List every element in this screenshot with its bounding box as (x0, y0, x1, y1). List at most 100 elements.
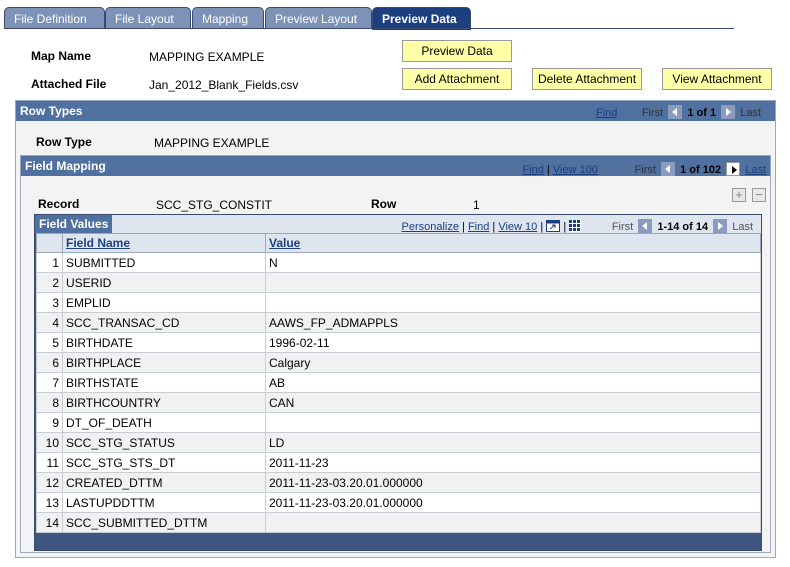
value-cell: 2011-11-23 (265, 452, 761, 473)
delete-attachment-button[interactable]: Delete Attachment (532, 68, 642, 90)
table-row: 3 EMPLID (36, 292, 761, 313)
next-arrow-icon[interactable] (713, 219, 728, 233)
field-mapping-count: 1 of 102 (680, 164, 722, 176)
table-row: 8 BIRTHCOUNTRY CAN (36, 392, 761, 413)
add-row-icon[interactable]: + (732, 188, 746, 202)
value-cell: N (265, 252, 761, 273)
row-number: 12 (36, 472, 63, 493)
tab-mapping[interactable]: Mapping (192, 7, 264, 29)
field-mapping-find-link[interactable]: Find (522, 164, 543, 176)
tab-preview-layout[interactable]: Preview Layout (265, 7, 372, 29)
row-type-value: MAPPING EXAMPLE (154, 136, 270, 150)
value-sort-link[interactable]: Value (269, 236, 300, 250)
row-number: 9 (36, 412, 63, 433)
table-row: 5 BIRTHDATE 1996-02-11 (36, 332, 761, 353)
next-arrow-icon[interactable] (721, 105, 736, 119)
tab-file-layout[interactable]: File Layout (105, 7, 191, 29)
table-row: 13 LASTUPDDTTM 2011-11-23-03.20.01.000000 (36, 492, 761, 513)
table-row: 4 SCC_TRANSAC_CD AAWS_FP_ADMAPPLS (36, 312, 761, 333)
row-number-header (36, 233, 63, 253)
value-cell: AAWS_FP_ADMAPPLS (265, 312, 761, 333)
field-values-header: Field Values Personalize | Find | View 1… (35, 215, 761, 233)
row-number: 4 (36, 312, 63, 333)
field-values-body: 1 SUBMITTED N 2 USERID 3 EMPLID 4 SCC_TRANSAC_CD… (36, 252, 761, 533)
value-column-header[interactable]: Value (265, 233, 761, 253)
value-cell (265, 292, 761, 313)
page-tabs: File Definition File Layout Mapping Prev… (4, 7, 734, 30)
attached-file-label: Attached File (31, 77, 107, 91)
tabs-divider (4, 28, 734, 29)
row-number: 6 (36, 352, 63, 373)
field-mapping-view-link[interactable]: View 100 (553, 164, 598, 176)
value-cell: AB (265, 372, 761, 393)
row-number: 5 (36, 332, 63, 353)
field-mapping-title: Field Mapping (25, 159, 106, 173)
value-cell (265, 512, 761, 533)
previous-arrow-icon[interactable] (661, 162, 676, 176)
next-arrow-icon[interactable] (726, 162, 741, 176)
field-mapping-first-label: First (634, 164, 656, 176)
download-grid-icon[interactable] (569, 220, 582, 232)
field-values-last-label: Last (732, 221, 753, 233)
field-values-count: 1-14 of 14 (657, 221, 709, 233)
field-name-cell: SCC_STG_STATUS (62, 432, 266, 453)
row-number: 7 (36, 372, 63, 393)
field-name-cell: BIRTHCOUNTRY (62, 392, 266, 413)
value-cell: 2011-11-23-03.20.01.000000 (265, 472, 761, 493)
previous-arrow-icon[interactable] (668, 105, 683, 119)
personalize-link[interactable]: Personalize (401, 221, 458, 233)
field-name-cell: LASTUPDDTTM (62, 492, 266, 513)
field-name-column-header[interactable]: Field Name (62, 233, 266, 253)
row-number: 11 (36, 452, 63, 473)
row-types-title: Row Types (20, 104, 83, 118)
table-row: 1 SUBMITTED N (36, 252, 761, 273)
field-name-cell: USERID (62, 272, 266, 293)
zoom-grid-icon[interactable] (546, 220, 561, 232)
row-number: 10 (36, 432, 63, 453)
field-name-sort-link[interactable]: Field Name (66, 236, 130, 250)
previous-arrow-icon[interactable] (638, 219, 653, 233)
field-name-cell: SCC_SUBMITTED_DTTM (62, 512, 266, 533)
tab-file-definition[interactable]: File Definition (4, 7, 105, 29)
attached-file-value: Jan_2012_Blank_Fields.csv (149, 78, 299, 92)
value-cell: Calgary (265, 352, 761, 373)
field-values-view-link[interactable]: View 10 (498, 221, 537, 233)
row-types-find-link[interactable]: Find (596, 107, 617, 119)
table-row: 2 USERID (36, 272, 761, 293)
field-values-grid: Field Values Personalize | Find | View 1… (34, 214, 762, 551)
field-mapping-nav: Find | View 100 First 1 of 102 Last (522, 162, 766, 176)
delete-row-icon[interactable]: − (752, 188, 766, 202)
field-name-cell: DT_OF_DEATH (62, 412, 266, 433)
map-name-label: Map Name (31, 49, 92, 63)
row-types-first-label: First (641, 107, 664, 119)
row-number: 2 (36, 272, 63, 293)
field-values-first-label: First (611, 221, 634, 233)
row-number: 14 (36, 512, 63, 533)
field-name-cell: BIRTHSTATE (62, 372, 266, 393)
add-attachment-button[interactable]: Add Attachment (402, 68, 512, 90)
tab-preview-data[interactable]: Preview Data (372, 7, 471, 30)
value-cell (265, 272, 761, 293)
record-label: Record (38, 197, 80, 211)
row-types-count: 1 of 1 (687, 107, 717, 119)
table-row: 9 DT_OF_DEATH (36, 412, 761, 433)
preview-data-button[interactable]: Preview Data (402, 40, 512, 62)
row-types-nav: Find First 1 of 1 Last (596, 105, 761, 119)
field-name-cell: SUBMITTED (62, 252, 266, 273)
field-name-cell: CREATED_DTTM (62, 472, 266, 493)
value-cell: 1996-02-11 (265, 332, 761, 353)
table-row: 6 BIRTHPLACE Calgary (36, 352, 761, 373)
row-number: 3 (36, 292, 63, 313)
table-row: 7 BIRTHSTATE AB (36, 372, 761, 393)
row-number: 8 (36, 392, 63, 413)
field-name-cell: BIRTHDATE (62, 332, 266, 353)
row-value: 1 (473, 198, 480, 212)
field-mapping-last-link[interactable]: Last (745, 164, 766, 176)
field-values-find-link[interactable]: Find (468, 221, 489, 233)
table-row: 12 CREATED_DTTM 2011-11-23-03.20.01.000000 (36, 472, 761, 493)
view-attachment-button[interactable]: View Attachment (662, 68, 772, 90)
field-values-table: Field Name Value 1 SUBMITTED N 2 USERID 3 EMPL… (36, 233, 761, 533)
row-number: 13 (36, 492, 63, 513)
field-name-cell: BIRTHPLACE (62, 352, 266, 373)
field-name-cell: EMPLID (62, 292, 266, 313)
